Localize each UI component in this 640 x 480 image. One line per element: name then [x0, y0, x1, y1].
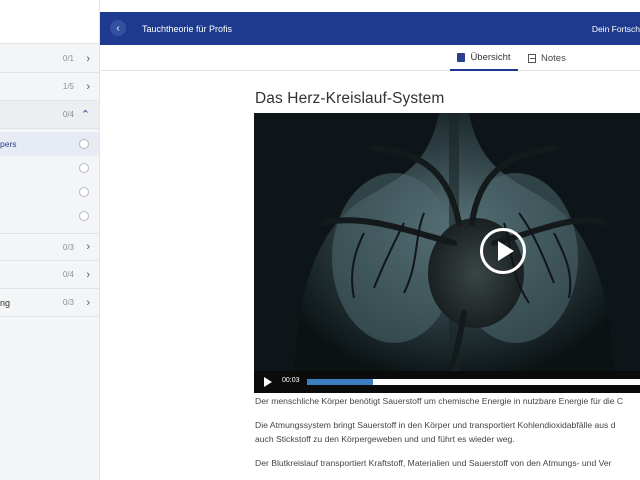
lesson-content: Das Herz-Kreislauf-System 00:03 Der mens…: [100, 71, 640, 480]
sidebar-section-count: 0/1: [62, 54, 74, 63]
video-frame-heart-illustration: [254, 113, 640, 371]
sidebar-lesson-label: pers: [0, 139, 17, 149]
video-progress-bar[interactable]: [307, 379, 640, 385]
chevron-up-icon: ⌃: [80, 109, 90, 121]
sidebar-lesson-1[interactable]: pers: [0, 132, 99, 156]
tab-overview-label: Übersicht: [470, 51, 511, 63]
progress-link[interactable]: Dein Fortsch: [592, 24, 640, 34]
lesson-tabs: Übersicht Notes: [100, 45, 640, 71]
video-player[interactable]: 00:03: [254, 113, 640, 393]
paragraph-1: Der menschliche Körper benötigt Sauersto…: [255, 394, 623, 408]
sidebar-section-count: 0/4: [62, 110, 74, 119]
sidebar-section-6[interactable]: ng 0/3 ›: [0, 289, 99, 317]
sidebar-section-1[interactable]: 0/1 ›: [0, 45, 99, 73]
video-play-button[interactable]: [480, 228, 526, 274]
tab-overview[interactable]: Übersicht: [450, 45, 518, 71]
video-controls: 00:03: [254, 371, 640, 393]
sidebar-section-4[interactable]: 0/3 ›: [0, 233, 99, 261]
paragraph-2-line-1: Die Atmungssystem bringt Sauerstoff in d…: [255, 420, 616, 430]
sidebar-section-count: 0/3: [62, 298, 74, 307]
video-progress-fill: [307, 379, 373, 385]
lesson-status-circle-icon: [79, 211, 89, 221]
tab-notes[interactable]: Notes: [528, 45, 578, 71]
sidebar-section-3[interactable]: 0/4 ⌃: [0, 101, 99, 129]
course-sidebar: 0/1 › 1/5 › 0/4 ⌃ pers 0/3 › 0/4 › ng 0/…: [0, 0, 100, 480]
course-title: Tauchtheorie für Profis: [142, 23, 233, 34]
note-icon: [528, 53, 536, 63]
sidebar-lesson-2[interactable]: [0, 156, 99, 180]
course-header: ‹ Tauchtheorie für Profis Dein Fortsch: [100, 12, 640, 45]
chevron-right-icon: ›: [86, 52, 90, 65]
chevron-right-icon: ›: [86, 268, 90, 281]
control-play-icon[interactable]: [264, 377, 272, 387]
paragraph-2-line-2: auch Stickstoff zu den Körpergeweben und…: [255, 434, 515, 444]
sidebar-section-count: 1/5: [62, 82, 74, 91]
paragraph-3-line-1: Der Blutkreislauf transportiert Kraftsto…: [255, 458, 612, 468]
sidebar-top: [0, 0, 99, 44]
paragraph-2: Die Atmungssystem bringt Sauerstoff in d…: [255, 418, 616, 446]
book-icon: [457, 52, 466, 62]
chevron-right-icon: ›: [86, 80, 90, 93]
lesson-status-circle-icon: [79, 139, 89, 149]
app: 0/1 › 1/5 › 0/4 ⌃ pers 0/3 › 0/4 › ng 0/…: [0, 0, 640, 480]
chevron-left-icon: ‹: [116, 22, 120, 34]
chevron-right-icon: ›: [86, 296, 90, 309]
paragraph-3: Der Blutkreislauf transportiert Kraftsto…: [255, 456, 612, 470]
sidebar-lesson-3[interactable]: [0, 180, 99, 204]
sidebar-section-2[interactable]: 1/5 ›: [0, 73, 99, 101]
video-current-time: 00:03: [282, 377, 300, 384]
back-button[interactable]: ‹: [110, 20, 126, 36]
tab-notes-label: Notes: [541, 52, 566, 64]
sidebar-section-5[interactable]: 0/4 ›: [0, 261, 99, 289]
chevron-right-icon: ›: [86, 241, 90, 253]
lesson-status-circle-icon: [79, 163, 89, 173]
sidebar-lesson-4[interactable]: [0, 204, 99, 228]
paragraph-1-line-1: Der menschliche Körper benötigt Sauersto…: [255, 396, 624, 406]
sidebar-section-count: 0/4: [62, 270, 74, 279]
lesson-title: Das Herz-Kreislauf-System: [255, 90, 445, 107]
sidebar-section-count: 0/3: [62, 242, 74, 252]
play-icon: [497, 241, 514, 261]
lesson-status-circle-icon: [79, 187, 89, 197]
sidebar-section-label: ng: [0, 297, 11, 308]
